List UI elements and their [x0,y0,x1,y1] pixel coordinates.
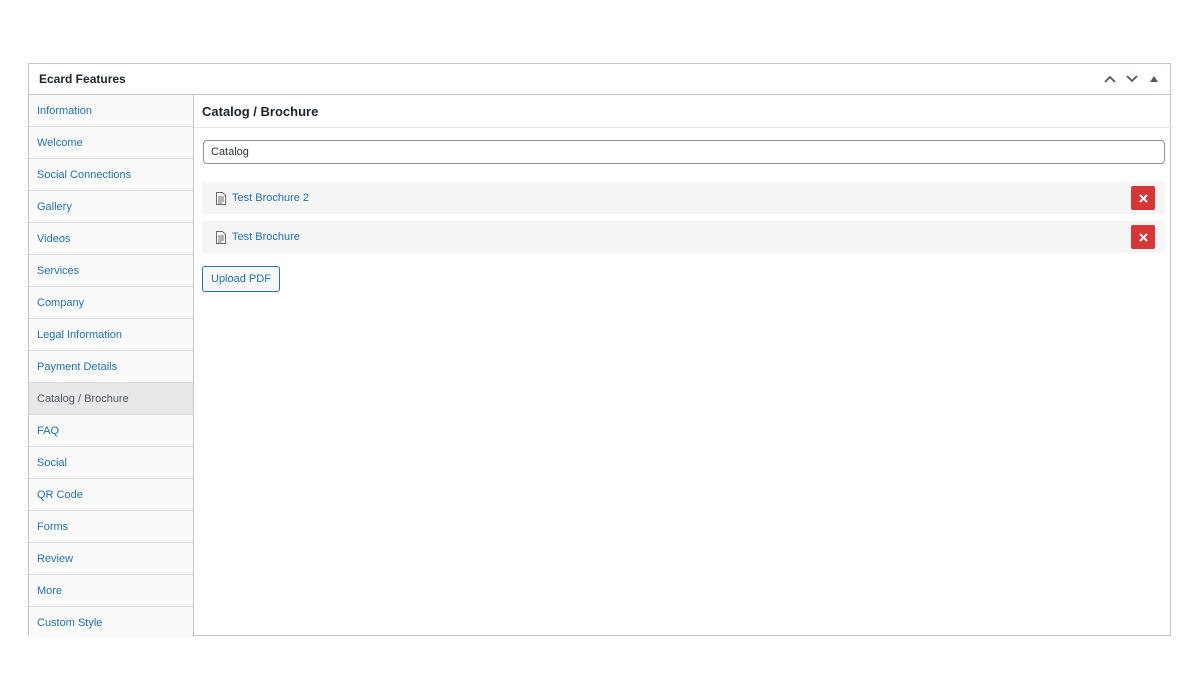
triangle-up-icon [1150,76,1158,82]
catalog-title-input[interactable] [203,140,1165,164]
ecard-features-metabox: Ecard Features Information Welcome Socia… [28,63,1173,637]
tab-social-connections[interactable]: Social Connections [29,159,193,191]
chevron-up-icon [1104,75,1116,83]
file-list: Test Brochure 2 Test Brochure [202,182,1165,253]
tab-forms[interactable]: Forms [29,511,193,543]
close-icon [1138,193,1148,203]
tab-more[interactable]: More [29,575,193,607]
tab-faq[interactable]: FAQ [29,415,193,447]
panel-title: Catalog / Brochure [194,95,1173,128]
close-icon [1138,232,1148,242]
file-row: Test Brochure 2 [202,182,1165,214]
metabox-header: Ecard Features [29,64,1170,95]
document-icon [216,230,226,244]
tab-legal-information[interactable]: Legal Information [29,319,193,351]
chevron-down-icon [1126,75,1138,83]
move-up-button[interactable] [1102,71,1118,87]
tab-videos[interactable]: Videos [29,223,193,255]
remove-file-button[interactable] [1131,186,1155,210]
upload-pdf-button[interactable]: Upload PDF [202,266,280,292]
metabox-title: Ecard Features [39,72,126,86]
remove-file-button[interactable] [1131,225,1155,249]
tab-catalog-brochure[interactable]: Catalog / Brochure [29,383,193,415]
file-row: Test Brochure [202,221,1165,253]
toggle-panel-button[interactable] [1146,71,1162,87]
file-name-link[interactable]: Test Brochure 2 [232,192,309,204]
metabox-body: Information Welcome Social Connections G… [29,95,1173,637]
tab-information[interactable]: Information [29,95,193,127]
tab-payment-details[interactable]: Payment Details [29,351,193,383]
tab-services[interactable]: Services [29,255,193,287]
move-down-button[interactable] [1124,71,1140,87]
tab-custom-style[interactable]: Custom Style [29,607,193,638]
catalog-panel: Catalog / Brochure Test Brochure 2 [194,95,1173,637]
file-name-link[interactable]: Test Brochure [232,231,300,243]
tab-social[interactable]: Social [29,447,193,479]
tab-company[interactable]: Company [29,287,193,319]
tab-welcome[interactable]: Welcome [29,127,193,159]
tab-review[interactable]: Review [29,543,193,575]
feature-tabs: Information Welcome Social Connections G… [29,95,194,637]
header-controls [1102,71,1162,87]
tab-gallery[interactable]: Gallery [29,191,193,223]
document-icon [216,191,226,205]
tab-qr-code[interactable]: QR Code [29,479,193,511]
